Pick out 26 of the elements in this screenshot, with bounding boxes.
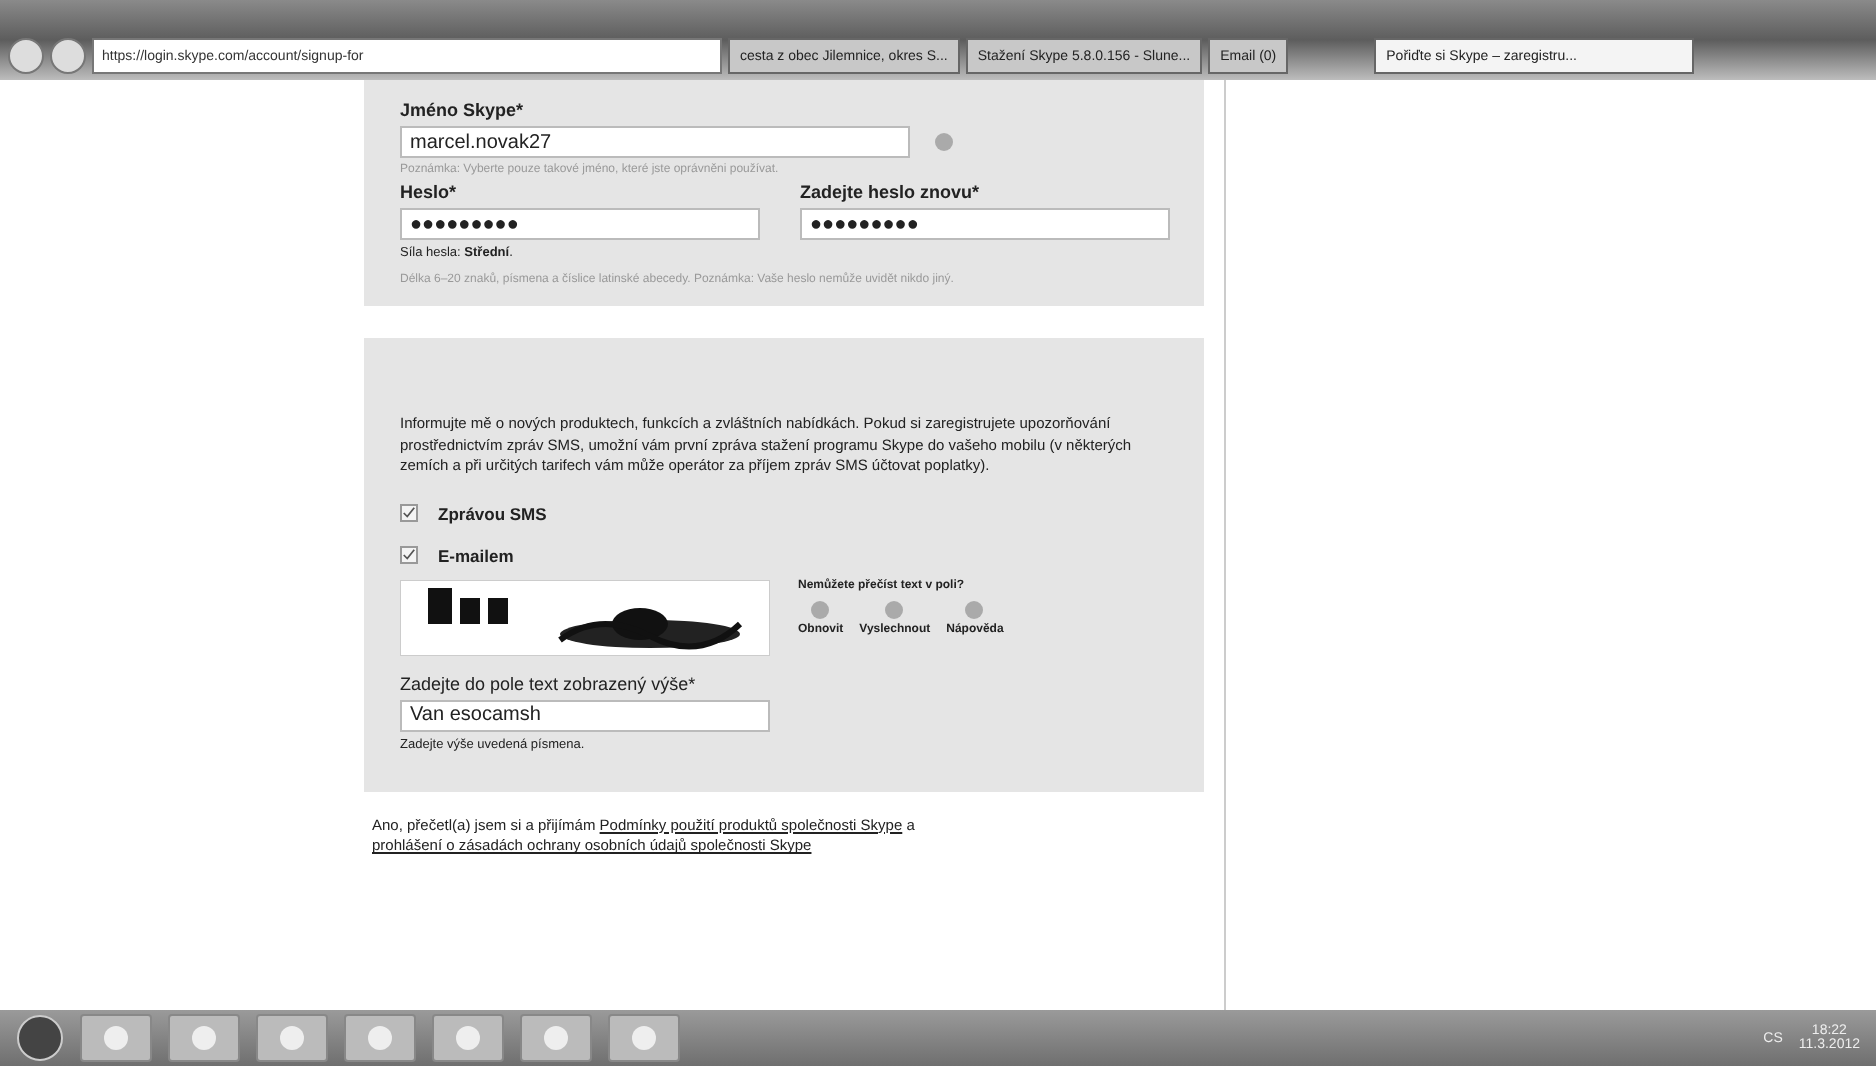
field-label: Zadejte heslo znovu* (800, 182, 982, 202)
taskbar-app-icon[interactable] (168, 1014, 240, 1062)
taskbar-app-icon[interactable] (520, 1014, 592, 1062)
password-field[interactable]: ●●●●●●●●● (800, 208, 1170, 240)
taskbar-app-icon[interactable] (608, 1014, 680, 1062)
round-icon (884, 599, 905, 619)
round-icon (810, 599, 831, 619)
info-icon (934, 132, 954, 152)
username-field[interactable]: marcel.novak27 (400, 126, 910, 158)
taskbar-app-icon[interactable] (256, 1014, 328, 1062)
taskbar-app-icon[interactable] (432, 1014, 504, 1062)
checkbox-label: E-mailem (438, 545, 514, 565)
checkbox[interactable] (400, 504, 418, 522)
checkbox-label: Zprávou SMS (438, 503, 547, 523)
taskbar-app-icon[interactable] (344, 1014, 416, 1062)
field-label: Zadejte do pole text zobrazený výše* (400, 673, 698, 693)
password-field[interactable]: ●●●●●●●●● (400, 208, 760, 240)
start-icon[interactable] (16, 1014, 64, 1062)
back-button[interactable] (8, 38, 44, 74)
round-icon (964, 599, 985, 619)
field-label: Heslo* (400, 182, 459, 202)
forward-button[interactable] (50, 38, 86, 74)
checkbox[interactable] (400, 546, 418, 564)
captcha-field[interactable]: Van esocamsh (400, 699, 770, 731)
field-label: Jméno Skype* (400, 100, 526, 120)
taskbar-app-icon[interactable] (80, 1014, 152, 1062)
